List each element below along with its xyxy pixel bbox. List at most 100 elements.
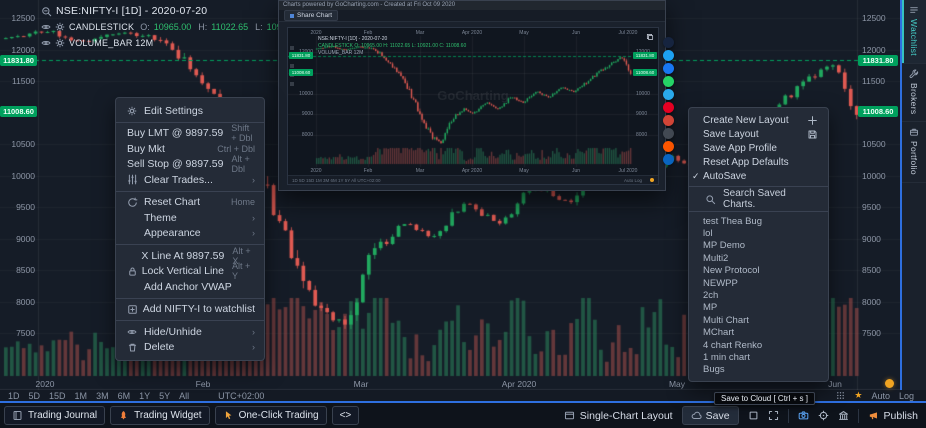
saved-chart-4-chart-renko[interactable]: 4 chart Renko: [689, 339, 828, 351]
rocket-icon: [118, 410, 129, 421]
star-icon[interactable]: ★: [854, 390, 862, 401]
popup-tool-dot: [290, 64, 294, 68]
button-single-chart-layout[interactable]: Single-Chart Layout: [564, 410, 673, 422]
sidebar-tab-label: Portfolio: [909, 141, 919, 175]
gmail-share-icon[interactable]: [663, 115, 674, 126]
gear-icon[interactable]: [55, 38, 65, 48]
share-share-icon[interactable]: [663, 37, 674, 48]
menu-item-lock-vertical-line[interactable]: Lock Vertical LineAlt + Y: [116, 264, 264, 280]
layout-icon: [564, 410, 575, 421]
menu-item-buy-lmt-9897-59[interactable]: Buy LMT @ 9897.59Shift + Dbl: [116, 126, 264, 142]
button-trading-journal[interactable]: Trading Journal: [4, 406, 105, 425]
saved-chart-bugs[interactable]: Bugs: [689, 364, 828, 376]
timeframe-5d[interactable]: 5D: [29, 391, 41, 401]
right-sidebar: WatchlistBrokers Portfolio: [900, 0, 926, 390]
saved-chart-1-min-chart[interactable]: 1 min chart: [689, 351, 828, 363]
eye-icon[interactable]: [41, 38, 51, 48]
briefcase-icon: [909, 127, 919, 137]
telegram-share-icon[interactable]: [663, 89, 674, 100]
timeframe-5y[interactable]: 5Y: [159, 391, 170, 401]
pinterest-share-icon[interactable]: [663, 102, 674, 113]
saved-chart-multi-chart[interactable]: Multi Chart: [689, 314, 828, 326]
button-label: Trading Widget: [134, 410, 201, 421]
menu-item-add-nifty-i-to-watchlist[interactable]: Add NIFTY-I to watchlist: [116, 302, 264, 318]
timeframe-all[interactable]: All: [179, 391, 189, 401]
button-trading-widget[interactable]: Trading Widget: [110, 406, 209, 425]
eye-icon[interactable]: [41, 22, 51, 32]
menu-item-reset-app-defaults[interactable]: Reset App Defaults: [689, 155, 828, 169]
sidebar-tab-brokers[interactable]: Brokers: [902, 64, 926, 122]
menu-item-sell-stop-9897-59[interactable]: Sell Stop @ 9897.59Alt + Dbl: [116, 157, 264, 173]
plus-icon: [807, 115, 818, 126]
price-tick: 8500: [862, 266, 881, 275]
open-value: 10965.00: [154, 22, 192, 32]
popup-time-label: Jul 2020: [619, 168, 638, 174]
saved-chart-mchart[interactable]: MChart: [689, 327, 828, 339]
popup-tab-share-chart[interactable]: Share Chart: [284, 10, 338, 21]
menu-item-edit-settings[interactable]: Edit Settings: [116, 103, 264, 119]
popup-timeframes: 1D 5D 15D 1M 3M 6M 1Y 5Y All UTC+02:00: [292, 178, 381, 183]
auto-label[interactable]: Auto: [871, 391, 890, 401]
menu-item-label: Appearance: [144, 227, 201, 239]
menu-item-delete[interactable]: Delete›: [116, 340, 264, 356]
saved-chart-new-protocol[interactable]: New Protocol: [689, 265, 828, 277]
saved-chart-mp[interactable]: MP: [689, 302, 828, 314]
menu-item-add-anchor-vwap[interactable]: Add Anchor VWAP: [116, 279, 264, 295]
saved-chart-lol[interactable]: lol: [689, 227, 828, 239]
menu-item-theme[interactable]: Theme›: [116, 210, 264, 226]
button-save[interactable]: Save: [682, 406, 739, 425]
facebook-share-icon[interactable]: [663, 63, 674, 74]
timeframe-1d[interactable]: 1D: [8, 391, 20, 401]
twitter-share-icon[interactable]: [663, 50, 674, 61]
menu-item-reset-chart[interactable]: Reset ChartHome: [116, 195, 264, 211]
popup-notification-dot: [650, 178, 654, 182]
menu-item-label: Buy Mkt: [127, 143, 165, 155]
saved-chart-test-thea-bug[interactable]: test Thea Bug: [689, 215, 828, 227]
square-button[interactable]: [748, 410, 759, 421]
menu-item-clear-trades[interactable]: Clear Trades...›: [116, 172, 264, 188]
gear-icon[interactable]: [55, 22, 65, 32]
timeframe-3m[interactable]: 3M: [96, 391, 109, 401]
menu-shortcut: Alt + Dbl: [223, 154, 255, 174]
saved-chart-2ch[interactable]: 2ch: [689, 289, 828, 301]
bank-button[interactable]: [838, 410, 849, 421]
reddit-share-icon[interactable]: [663, 141, 674, 152]
button-publish[interactable]: Publish: [868, 410, 918, 422]
price-tag: 11008.60: [858, 106, 898, 117]
menu-item-appearance[interactable]: Appearance›: [116, 226, 264, 242]
menu-item-save-layout[interactable]: Save Layout: [689, 127, 828, 141]
camera-button[interactable]: [798, 410, 809, 421]
target-button[interactable]: [818, 410, 829, 421]
search-saved-charts[interactable]: Search Saved Charts.: [689, 190, 828, 208]
expand-button[interactable]: [768, 410, 779, 421]
price-tick: 12500: [2, 14, 35, 23]
menu-item-save-app-profile[interactable]: Save App Profile: [689, 141, 828, 155]
log-label[interactable]: Log: [899, 391, 914, 401]
button-item[interactable]: <>: [332, 406, 360, 425]
button-one-click-trading[interactable]: One-Click Trading: [215, 406, 327, 425]
price-tick: 12000: [862, 46, 886, 55]
grid-icon[interactable]: [836, 391, 845, 400]
zoom-out-icon[interactable]: [41, 6, 52, 17]
saved-chart-mp-demo[interactable]: MP Demo: [689, 240, 828, 252]
price-tick: 9000: [2, 235, 35, 244]
timeframe-1m[interactable]: 1M: [75, 391, 88, 401]
copy-icon[interactable]: [646, 33, 654, 41]
menu-item-label: Add Anchor VWAP: [144, 281, 232, 293]
chart-area[interactable]: 1250012500120001200011500115001050010500…: [0, 0, 900, 390]
timeframe-15d[interactable]: 15D: [49, 391, 66, 401]
sidebar-tab-portfolio[interactable]: Portfolio: [902, 122, 926, 183]
saved-chart-newpp[interactable]: NEWPP: [689, 277, 828, 289]
sidebar-tab-watchlist[interactable]: Watchlist: [902, 0, 926, 64]
whatsapp-share-icon[interactable]: [663, 76, 674, 87]
menu-item-create-new-layout[interactable]: Create New Layout: [689, 113, 828, 127]
menu-item-hide-unhide[interactable]: Hide/Unhide›: [116, 324, 264, 340]
email-share-icon[interactable]: [663, 128, 674, 139]
saved-chart-multi2[interactable]: Multi2: [689, 252, 828, 264]
menu-item-autosave[interactable]: ✓AutoSave: [689, 169, 828, 183]
menu-separator: [689, 186, 828, 187]
linkedin-share-icon[interactable]: [663, 154, 674, 165]
notification-dot[interactable]: [885, 379, 894, 388]
timeframe-1y[interactable]: 1Y: [139, 391, 150, 401]
timeframe-6m[interactable]: 6M: [118, 391, 131, 401]
